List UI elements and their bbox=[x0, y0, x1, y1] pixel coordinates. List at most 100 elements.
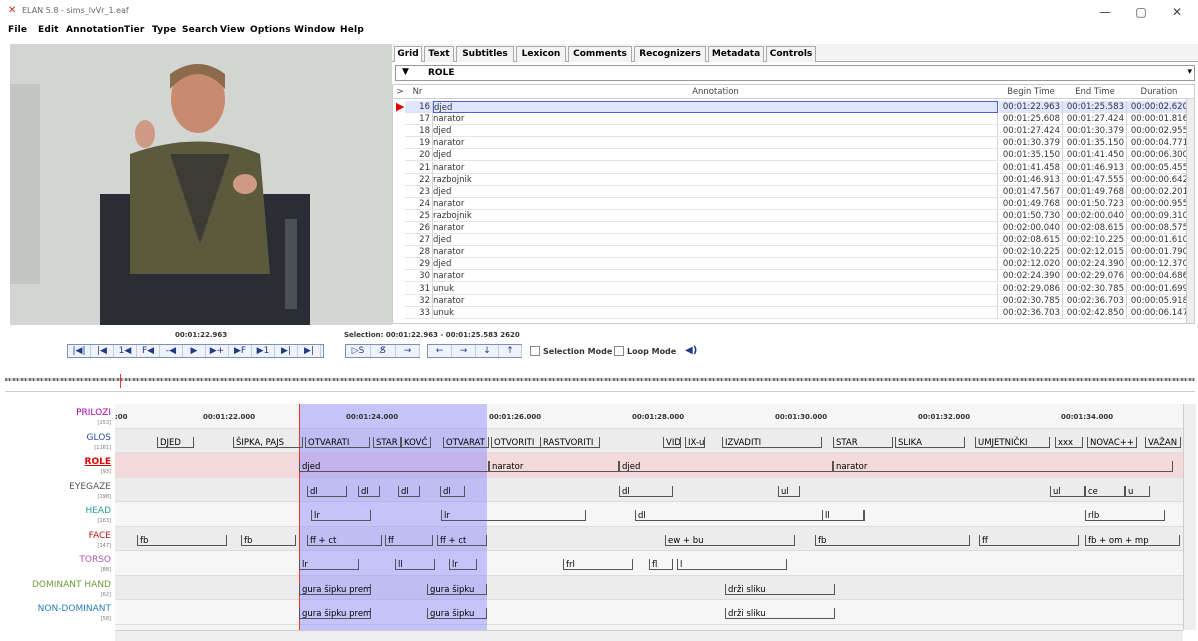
play-button-10[interactable]: ▶| bbox=[298, 345, 321, 357]
table-row[interactable]: 22 razbojnik 00:01:46.913 00:01:47.555 00:00… bbox=[393, 173, 1194, 186]
selection-mode-checkbox[interactable] bbox=[530, 346, 540, 356]
annotation-glos[interactable]: UMJETNIČKI bbox=[975, 436, 1050, 448]
annotation-torso[interactable]: ll bbox=[395, 559, 435, 570]
annotation-eyegaze[interactable]: ul bbox=[1050, 485, 1085, 497]
annotation-dominant[interactable]: drži sliku bbox=[725, 583, 835, 595]
annotation-torso[interactable]: l bbox=[677, 559, 787, 570]
tab-metadata[interactable]: Metadata bbox=[708, 46, 764, 62]
menu-help[interactable]: Help bbox=[340, 25, 364, 35]
close-button[interactable]: ✕ bbox=[1162, 4, 1192, 20]
play-button-2[interactable]: 1◀ bbox=[114, 345, 137, 357]
annotation-face[interactable]: ff + ct bbox=[307, 534, 382, 546]
menu-search[interactable]: Search bbox=[182, 25, 218, 35]
maximize-button[interactable]: ▢ bbox=[1126, 4, 1156, 20]
annotation-role[interactable]: djed bbox=[299, 461, 489, 472]
annotation-face[interactable]: ff bbox=[385, 534, 433, 546]
tier-label-face[interactable]: FACE [147] bbox=[89, 531, 111, 551]
annotation-glos[interactable]: ŠIPKA, PAJS bbox=[233, 436, 303, 448]
annotation-role[interactable]: djed bbox=[619, 461, 833, 472]
tab-subtitles[interactable]: Subtitles bbox=[456, 46, 514, 62]
tier-label-eyegaze[interactable]: EYEGAZE [198] bbox=[69, 482, 111, 502]
menu-type[interactable]: Type bbox=[152, 25, 176, 35]
annotation-eyegaze[interactable]: dl bbox=[619, 485, 673, 497]
volume-icon[interactable]: ◀) bbox=[685, 345, 697, 356]
annotation-face[interactable]: ff bbox=[979, 534, 1079, 546]
annotation-glos[interactable]: IZVADITI bbox=[722, 436, 822, 448]
annotation-face[interactable]: fb bbox=[137, 534, 227, 546]
annotation-eyegaze[interactable]: ce bbox=[1085, 485, 1125, 497]
play-button-1[interactable]: |◀ bbox=[91, 345, 114, 357]
annotation-glos[interactable]: IX-u bbox=[685, 436, 705, 448]
selection-button-0[interactable]: ▷S bbox=[346, 345, 371, 357]
annotation-glos[interactable]: SLIKA bbox=[895, 436, 965, 448]
tier-label-role[interactable]: ROLE [93] bbox=[85, 457, 111, 477]
play-button-0[interactable]: |◀| bbox=[68, 345, 91, 357]
tab-controls[interactable]: Controls bbox=[766, 46, 816, 62]
tier-band[interactable] bbox=[115, 526, 1183, 551]
annotation-role[interactable]: narator bbox=[489, 461, 619, 472]
table-row[interactable]: 20 djed 00:01:35.150 00:01:41.450 00:00:06.3… bbox=[393, 149, 1194, 162]
annotation-glos[interactable]: STAR bbox=[373, 436, 401, 448]
tab-grid[interactable]: Grid bbox=[394, 46, 422, 62]
table-row[interactable]: 30 narator 00:02:24.390 00:02:29.076 00:00:0… bbox=[393, 270, 1194, 283]
annotation-face[interactable]: ew + bu bbox=[665, 534, 795, 546]
nav-button-1[interactable]: → bbox=[452, 345, 476, 357]
annotation-eyegaze[interactable]: ul bbox=[778, 485, 800, 497]
annotation-torso[interactable]: fl bbox=[649, 559, 673, 570]
annotation-eyegaze[interactable]: dl bbox=[307, 485, 347, 497]
annotation-head[interactable]: lr bbox=[311, 510, 371, 521]
table-row[interactable]: 18 djed 00:01:27.424 00:01:30.379 00:00:02.9… bbox=[393, 125, 1194, 138]
col-annotation[interactable]: Annotation bbox=[433, 87, 998, 97]
annotation-head[interactable]: ll bbox=[822, 510, 864, 521]
table-row[interactable]: 19 narator 00:01:30.379 00:01:35.150 00:00:0… bbox=[393, 137, 1194, 150]
annotation-face[interactable]: fb bbox=[815, 534, 970, 546]
annotation-nondominant[interactable]: gura šipku bbox=[427, 608, 487, 619]
annotation-eyegaze[interactable]: dl bbox=[358, 485, 380, 497]
annotation-grid[interactable]: > Nr Annotation Begin Time End Time Dura… bbox=[392, 84, 1195, 324]
play-button-8[interactable]: ▶1 bbox=[252, 345, 275, 357]
chevron-down-icon[interactable]: ▾ bbox=[1187, 67, 1192, 77]
annotation-dominant[interactable]: gura šipku bbox=[427, 583, 487, 595]
play-button-6[interactable]: ▶+ bbox=[206, 345, 229, 357]
annotation-head[interactable]: rlb bbox=[1085, 510, 1165, 521]
menu-annotation[interactable]: Annotation bbox=[66, 25, 124, 35]
annotation-face[interactable]: ff + ct bbox=[437, 534, 487, 546]
table-row[interactable]: 23 djed 00:01:47.567 00:01:49.768 00:00:02.2… bbox=[393, 185, 1194, 198]
col-end-time[interactable]: End Time bbox=[1063, 87, 1127, 97]
expand-arrow-icon[interactable]: ▼ bbox=[402, 67, 409, 77]
menu-tier[interactable]: Tier bbox=[124, 25, 145, 35]
nav-button-3[interactable]: ↑ bbox=[499, 345, 522, 357]
tier-label-prilozi[interactable]: PRILOZI [153] bbox=[76, 408, 111, 428]
tier-band[interactable] bbox=[115, 575, 1183, 600]
annotation-face[interactable]: fb + om + mp bbox=[1085, 534, 1180, 546]
table-row[interactable]: 17 narator 00:01:25.608 00:01:27.424 00:00:0… bbox=[393, 113, 1194, 126]
annotation-glos[interactable]: NOVAC++ bbox=[1087, 436, 1137, 448]
nav-button-0[interactable]: ← bbox=[428, 345, 452, 357]
annotation-glos[interactable]: DJED bbox=[157, 436, 194, 448]
selection-button-1[interactable]: S̸ bbox=[371, 345, 396, 357]
timeline-overview[interactable] bbox=[5, 374, 1195, 388]
col-duration[interactable]: Duration bbox=[1127, 87, 1191, 97]
play-button-3[interactable]: F◀ bbox=[137, 345, 160, 357]
annotation-nondominant[interactable]: gura šipku prem bbox=[299, 608, 371, 619]
tab-recognizers[interactable]: Recognizers bbox=[634, 46, 706, 62]
tier-select[interactable]: ▼ ROLE ▾ bbox=[395, 65, 1195, 81]
annotation-eyegaze[interactable]: u bbox=[1125, 485, 1150, 497]
table-row[interactable]: 29 djed 00:02:12.020 00:02:24.390 00:00:12.3… bbox=[393, 258, 1194, 271]
annotation-glos[interactable]: STAR bbox=[833, 436, 893, 448]
tab-lexicon[interactable]: Lexicon bbox=[516, 46, 566, 62]
col-marker[interactable]: > bbox=[396, 87, 404, 97]
nav-button-2[interactable]: ↓ bbox=[476, 345, 499, 357]
tab-comments[interactable]: Comments bbox=[568, 46, 632, 62]
menu-edit[interactable]: Edit bbox=[38, 25, 59, 35]
table-row[interactable]: 27 djed 00:02:08.615 00:02:10.225 00:00:01.6… bbox=[393, 234, 1194, 247]
annotation-glos[interactable]: OTVARATI bbox=[305, 436, 370, 448]
tier-band[interactable] bbox=[115, 600, 1183, 625]
play-button-5[interactable]: ▶ bbox=[183, 345, 206, 357]
col-begin-time[interactable]: Begin Time bbox=[999, 87, 1063, 97]
table-row[interactable]: 24 narator 00:01:49.768 00:01:50.723 00:00:0… bbox=[393, 197, 1194, 210]
table-row[interactable]: 31 unuk 00:02:29.086 00:02:30.785 00:00:01.6… bbox=[393, 282, 1194, 295]
tier-band[interactable] bbox=[115, 453, 1183, 478]
table-row[interactable]: 32 narator 00:02:30.785 00:02:36.703 00:00:0… bbox=[393, 294, 1194, 307]
tier-band[interactable] bbox=[115, 502, 1183, 527]
